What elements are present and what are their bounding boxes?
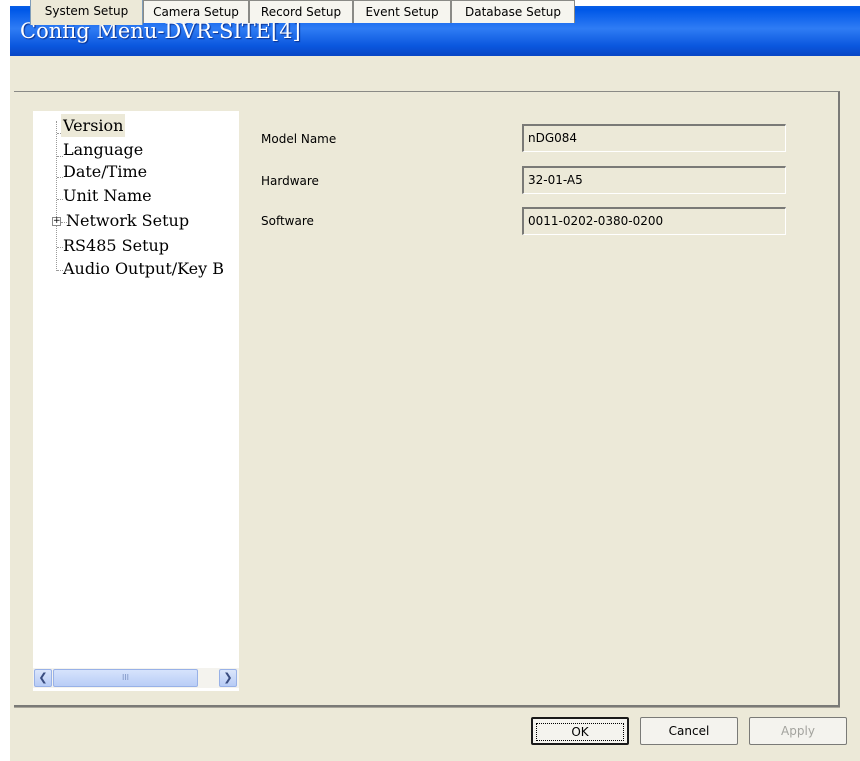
tree-item-unit-name[interactable]: Unit Name [61, 184, 154, 207]
scroll-right-arrow-icon[interactable]: ❯ [219, 669, 237, 687]
tab-record-setup[interactable]: Record Setup [249, 0, 353, 23]
scroll-left-arrow-icon[interactable]: ❮ [34, 669, 52, 687]
expand-plus-icon[interactable]: + [52, 217, 61, 226]
model-name-label: Model Name [261, 132, 337, 146]
hardware-field: 32-01-A5 [522, 166, 786, 194]
hardware-label: Hardware [261, 174, 319, 188]
button-divider [14, 707, 840, 708]
tree-item-audio-output[interactable]: Audio Output/Key B [61, 257, 226, 280]
cancel-button[interactable]: Cancel [640, 717, 738, 745]
tree-item-network-setup[interactable]: Network Setup [64, 209, 191, 232]
tab-event-setup[interactable]: Event Setup [353, 0, 451, 23]
software-label: Software [261, 214, 314, 228]
tab-camera-setup[interactable]: Camera Setup [143, 0, 249, 23]
tree-item-version[interactable]: Version [61, 114, 126, 137]
scroll-thumb[interactable]: III [53, 669, 198, 687]
ok-button[interactable]: OK [531, 717, 629, 745]
settings-tree[interactable]: Version Language Date/Time Unit Name + N… [33, 111, 239, 691]
tree-item-rs485-setup[interactable]: RS485 Setup [61, 234, 171, 257]
tree-connector [56, 121, 58, 271]
tree-horizontal-scrollbar[interactable]: ❮ III ❯ [33, 668, 239, 688]
tab-database-setup[interactable]: Database Setup [451, 0, 575, 23]
ok-button-label: OK [536, 723, 624, 741]
tree-item-language[interactable]: Language [61, 138, 145, 161]
tab-system-setup[interactable]: System Setup [30, 0, 143, 25]
apply-button[interactable]: Apply [749, 717, 847, 745]
tree-item-date-time[interactable]: Date/Time [61, 160, 149, 183]
model-name-field: nDG084 [522, 124, 786, 152]
software-field: 0011-0202-0380-0200 [522, 207, 786, 235]
